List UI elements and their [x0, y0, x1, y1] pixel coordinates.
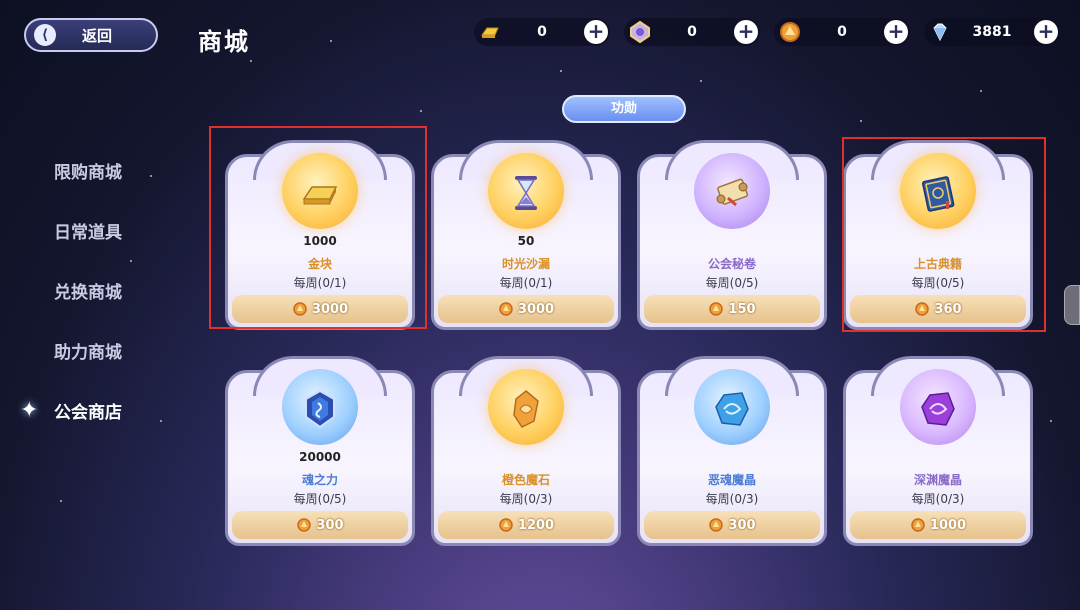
- item-price: 3000: [517, 301, 555, 317]
- item-name: 深渊魔晶: [913, 473, 962, 487]
- sidebar-item-limited-shop[interactable]: 限购商城: [0, 140, 180, 200]
- add-purple-ticket-button[interactable]: +: [734, 20, 758, 44]
- side-panel-handle[interactable]: [1064, 285, 1080, 325]
- shop-item-card[interactable]: 橙色魔石 每周(0/3) 1200: [431, 356, 621, 546]
- item-purchase-limit: 每周(0/1): [293, 276, 347, 290]
- guild-coin-icon: [911, 518, 925, 532]
- item-name: 公会秘卷: [707, 257, 756, 271]
- item-purchase-limit: 每周(0/3): [705, 492, 759, 506]
- item-purchase-limit: 每周(0/1): [499, 276, 553, 290]
- buy-button[interactable]: 1200: [438, 511, 614, 539]
- currency-gold-bar: 0 +: [474, 18, 610, 46]
- selected-sparkle-icon: ✦: [20, 397, 39, 423]
- gold-bar-icon: [302, 186, 338, 205]
- item-quantity: 50: [517, 234, 535, 248]
- item-purchase-limit: 每周(0/5): [911, 276, 965, 290]
- guild-coin-icon: [915, 302, 930, 316]
- item-price: 1000: [929, 517, 967, 533]
- item-name: 橙色魔石: [501, 473, 550, 487]
- buy-button[interactable]: 300: [644, 511, 820, 539]
- page-title: 商城: [198, 27, 250, 56]
- shop-item-card[interactable]: 1000 金块 每周(0/1) 3000: [225, 140, 415, 330]
- guild-coin-icon: [293, 302, 307, 316]
- back-button-label: 返回: [82, 26, 113, 45]
- sidebar-item-label: 限购商城: [54, 162, 122, 183]
- category-tab-merit[interactable]: 功勋: [562, 95, 686, 123]
- scroll-icon: [716, 178, 749, 207]
- item-name: 恶魂魔晶: [707, 473, 756, 487]
- item-price: 150: [728, 301, 756, 317]
- item-price: 360: [934, 301, 962, 317]
- item-price: 1200: [517, 517, 555, 533]
- diamond-icon: [933, 23, 947, 42]
- buy-button[interactable]: 300: [232, 511, 408, 539]
- guild-coin-icon: [709, 302, 724, 316]
- back-arrow-icon: ⟨: [34, 24, 56, 46]
- add-guild-coin-button[interactable]: +: [884, 20, 908, 44]
- shop-item-card[interactable]: 公会秘卷 每周(0/5) 150: [637, 140, 827, 330]
- item-name: 金块: [307, 257, 332, 271]
- add-diamond-button[interactable]: +: [1034, 20, 1058, 44]
- sidebar-item-label: 公会商店: [54, 402, 122, 423]
- purple-ticket-icon: [630, 20, 650, 44]
- guild-coin-icon: [499, 518, 513, 532]
- shop-item-card[interactable]: 恶魂魔晶 每周(0/3) 300: [637, 356, 827, 546]
- sidebar-item-label: 兑换商城: [54, 282, 122, 303]
- buy-button[interactable]: 150: [644, 295, 820, 323]
- guild-coin-icon: [780, 22, 800, 42]
- guild-coin-icon: [709, 518, 724, 532]
- blue-magic-crystal-icon: [715, 392, 749, 426]
- shop-item-card[interactable]: 50 时光沙漏 每周(0/1) 3000: [431, 140, 621, 330]
- hourglass-icon: [515, 176, 537, 210]
- item-purchase-limit: 每周(0/5): [705, 276, 759, 290]
- shop-item-grid: 1000 金块 每周(0/1) 3000 50 时光沙漏 每周(0/1) 300…: [225, 140, 1037, 546]
- item-name: 魂之力: [301, 473, 338, 487]
- shop-item-card[interactable]: 深渊魔晶 每周(0/3) 1000: [843, 356, 1033, 546]
- item-price: 300: [728, 517, 756, 533]
- add-gold-bar-button[interactable]: +: [584, 20, 608, 44]
- sidebar-item-label: 日常道具: [54, 222, 122, 243]
- soul-crystal-icon: [305, 389, 335, 429]
- item-name: 时光沙漏: [501, 257, 550, 271]
- shop-item-card[interactable]: 20000 魂之力 每周(0/5) 300: [225, 356, 415, 546]
- guild-coin-icon: [297, 518, 312, 532]
- item-price: 3000: [311, 301, 349, 317]
- currency-purple-ticket: 0 +: [624, 18, 760, 46]
- item-price: 300: [316, 517, 344, 533]
- currency-diamond: 3881 +: [924, 18, 1060, 46]
- item-purchase-limit: 每周(0/3): [911, 492, 965, 506]
- item-purchase-limit: 每周(0/5): [293, 492, 347, 506]
- orange-magic-stone-icon: [513, 390, 539, 428]
- sidebar-item-guild-shop[interactable]: ✦ 公会商店: [0, 380, 180, 440]
- buy-button[interactable]: 1000: [850, 511, 1026, 539]
- item-name: 上古典籍: [913, 257, 962, 271]
- ancient-book-icon: [921, 176, 955, 212]
- guild-coin-icon: [499, 302, 513, 316]
- shop-item-card[interactable]: 上古典籍 每周(0/5) 360: [843, 140, 1033, 330]
- item-purchase-limit: 每周(0/3): [499, 492, 553, 506]
- purple-magic-crystal-icon: [921, 392, 955, 426]
- item-quantity: 1000: [303, 234, 337, 248]
- back-button[interactable]: ⟨ 返回: [24, 18, 158, 52]
- currency-guild-coin: 0 +: [774, 18, 910, 46]
- gold-bar-icon: [481, 27, 499, 38]
- buy-button[interactable]: 3000: [232, 295, 408, 323]
- sidebar-item-support-shop[interactable]: 助力商城: [0, 320, 180, 380]
- sidebar-item-exchange-shop[interactable]: 兑换商城: [0, 260, 180, 320]
- buy-button[interactable]: 3000: [438, 295, 614, 323]
- buy-button[interactable]: 360: [850, 295, 1026, 323]
- item-quantity: 20000: [299, 450, 341, 464]
- currency-bar: 0 + 0 + 0 + 3881 +: [474, 18, 1060, 46]
- sidebar-item-daily-items[interactable]: 日常道具: [0, 200, 180, 260]
- sidebar-item-label: 助力商城: [54, 342, 122, 363]
- shop-sidebar: 限购商城 日常道具 兑换商城 助力商城 ✦ 公会商店: [0, 140, 180, 440]
